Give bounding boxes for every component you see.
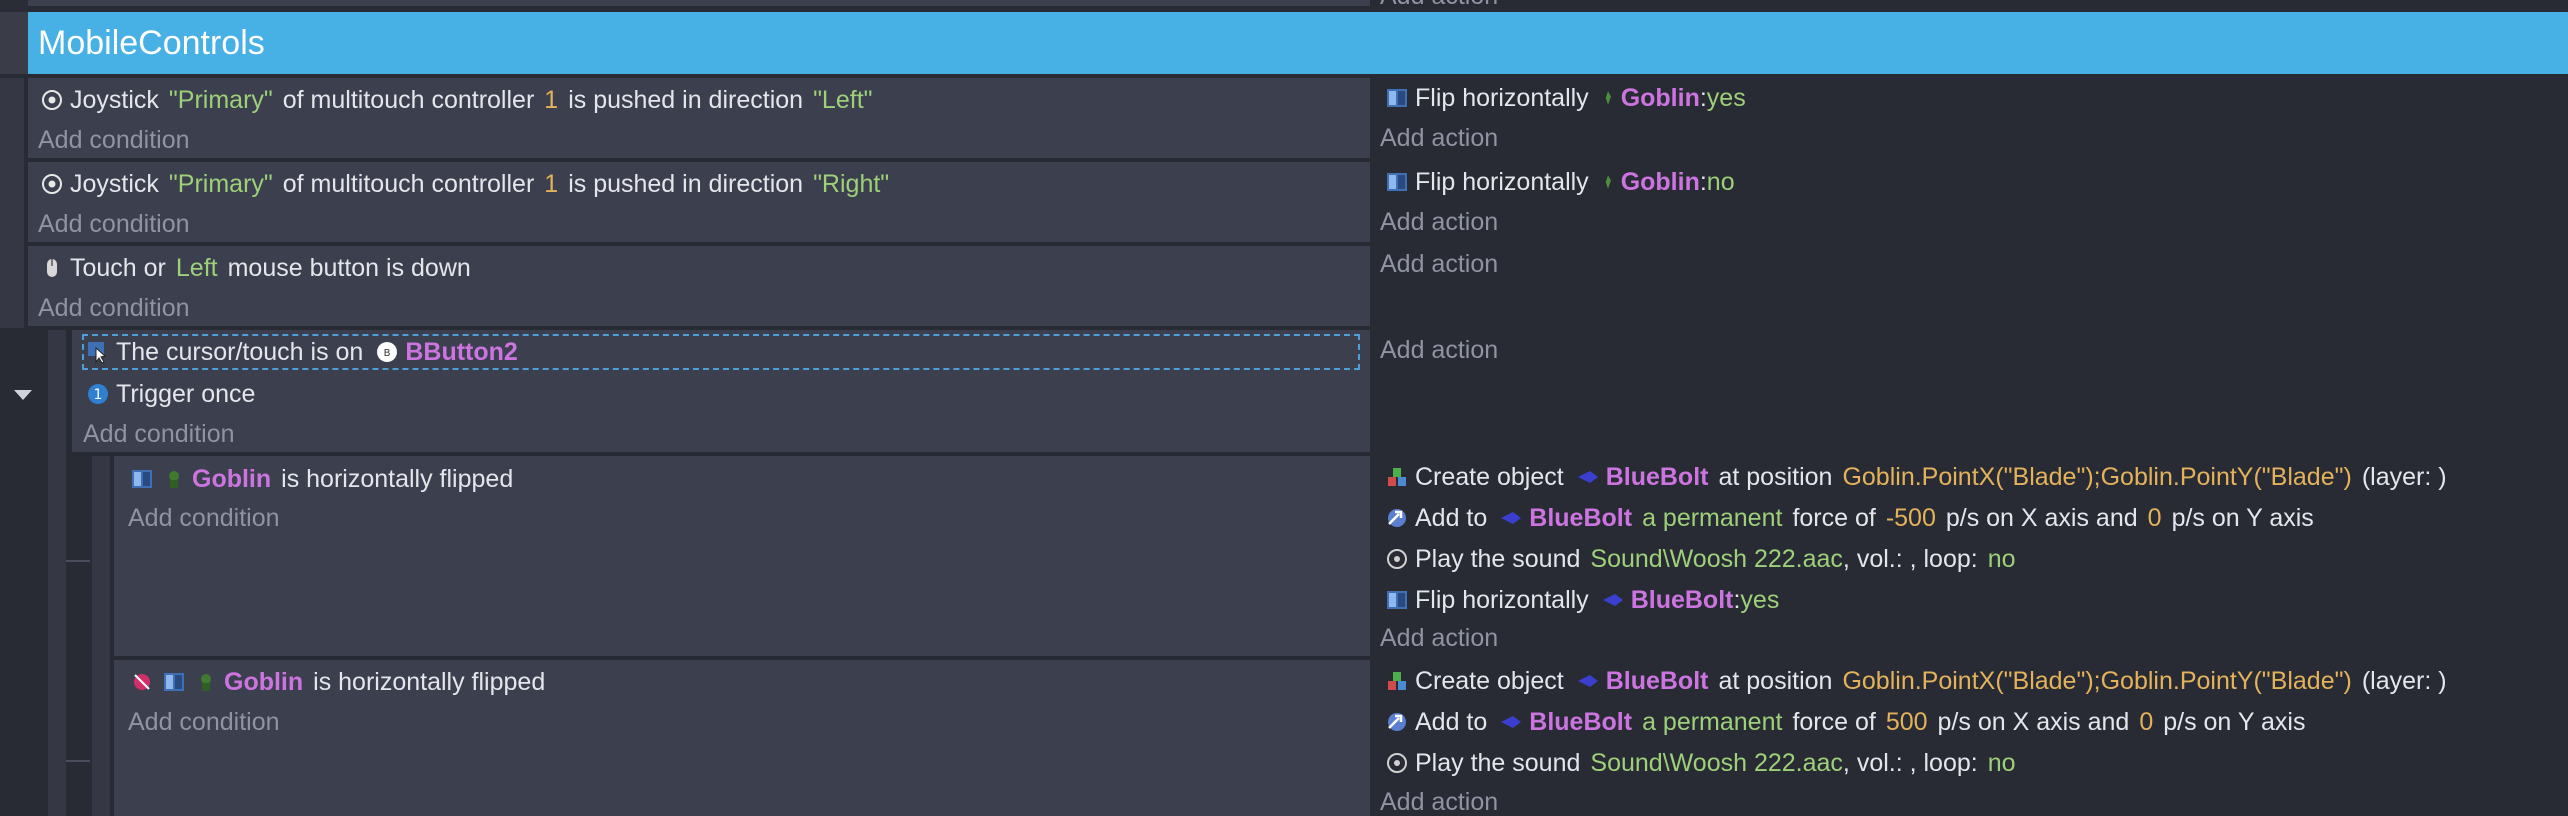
goblin-sprite-icon (1599, 84, 1617, 112)
goblin-sprite-icon (1599, 168, 1617, 196)
tree-line-2 (66, 760, 90, 762)
event2-add-condition[interactable]: Add condition (38, 206, 190, 242)
group-header[interactable]: MobileControls (28, 12, 2568, 74)
create-object-icon (1383, 667, 1411, 695)
event2-add-action[interactable]: Add action (1380, 204, 1498, 240)
svg-text:1: 1 (94, 387, 103, 403)
flip-icon (160, 668, 188, 696)
mouse-icon (38, 254, 66, 282)
gutter-bar-sub (48, 330, 66, 816)
invert-icon (128, 668, 156, 696)
event6-condition[interactable]: Goblin is horizontally flipped (128, 664, 545, 700)
goblin-sprite-icon (160, 465, 188, 493)
event3-condition[interactable]: Touch or Left mouse button is down (38, 250, 471, 286)
event1-add-condition[interactable]: Add condition (38, 122, 190, 158)
goblin-sprite-icon (192, 668, 220, 696)
event2-action[interactable]: Flip horizontally Goblin: no (1383, 164, 1735, 200)
prev-event-condition-area (28, 0, 1370, 6)
gutter-bar (0, 78, 24, 328)
trigger-once-icon: 1 (84, 380, 112, 408)
event5-condition[interactable]: Goblin is horizontally flipped (128, 461, 513, 497)
force-icon (1383, 708, 1411, 736)
prev-event-bar (0, 0, 28, 12)
svg-text:B: B (384, 348, 391, 359)
event4-add-condition[interactable]: Add condition (83, 416, 235, 452)
collapse-arrow-icon[interactable] (14, 390, 32, 400)
bluebolt-sprite-icon (1599, 586, 1627, 614)
bluebolt-sprite-icon (1574, 667, 1602, 695)
event6-action-sound[interactable]: Play the sound Sound\Woosh 222.aac , vol… (1383, 745, 2016, 781)
bluebolt-sprite-icon (1574, 463, 1602, 491)
event5-action-sound[interactable]: Play the sound Sound\Woosh 222.aac , vol… (1383, 541, 2016, 577)
event4-condition-cursor[interactable]: The cursor/touch is on B BButton2 (84, 334, 518, 370)
event5-action-force[interactable]: Add to BlueBolt a permanent force of -50… (1383, 500, 2314, 536)
flip-icon (1383, 168, 1411, 196)
sound-icon (1383, 749, 1411, 777)
event6-add-action[interactable]: Add action (1380, 784, 1498, 816)
force-icon (1383, 504, 1411, 532)
bluebolt-sprite-icon (1497, 504, 1525, 532)
group-title: MobileControls (38, 24, 265, 62)
gutter-bar-sub2 (92, 456, 110, 816)
group-left-bar (0, 12, 28, 74)
event5-action-flip[interactable]: Flip horizontally BlueBolt: yes (1383, 582, 1779, 618)
flip-icon (1383, 84, 1411, 112)
event4-add-action[interactable]: Add action (1380, 332, 1498, 368)
event1-action[interactable]: Flip horizontally Goblin: yes (1383, 80, 1746, 116)
event5-action-create[interactable]: Create object BlueBolt at position Gobli… (1383, 459, 2447, 495)
joystick-icon (38, 170, 66, 198)
cursor-on-object-icon (84, 338, 112, 366)
flip-icon (1383, 586, 1411, 614)
event6-action-force[interactable]: Add to BlueBolt a permanent force of 500… (1383, 704, 2305, 740)
sound-icon (1383, 545, 1411, 573)
event1-add-action[interactable]: Add action (1380, 120, 1498, 156)
bluebolt-sprite-icon (1497, 708, 1525, 736)
event1-condition[interactable]: Joystick "Primary" of multitouch control… (38, 82, 873, 118)
flip-icon (128, 465, 156, 493)
event3-add-condition[interactable]: Add condition (38, 290, 190, 326)
event6-action-create[interactable]: Create object BlueBolt at position Gobli… (1383, 663, 2447, 699)
create-object-icon (1383, 463, 1411, 491)
bbutton-icon: B (373, 338, 401, 366)
tree-line (66, 560, 90, 562)
event5-add-condition[interactable]: Add condition (128, 500, 280, 536)
event2-condition[interactable]: Joystick "Primary" of multitouch control… (38, 166, 889, 202)
event3-add-action[interactable]: Add action (1380, 246, 1498, 282)
joystick-icon (38, 86, 66, 114)
event6-add-condition[interactable]: Add condition (128, 704, 280, 740)
event5-add-action[interactable]: Add action (1380, 620, 1498, 656)
event4-condition-trigger[interactable]: 1 Trigger once (84, 376, 255, 412)
